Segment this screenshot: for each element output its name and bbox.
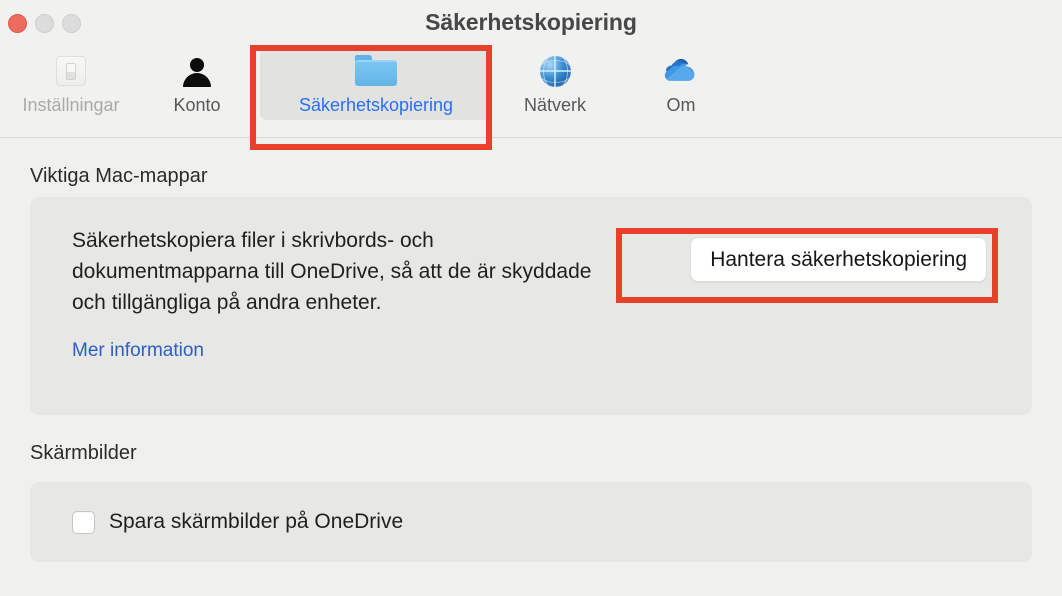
save-screenshots-row[interactable]: Spara skärmbilder på OneDrive <box>72 510 403 534</box>
tab-label-konto: Konto <box>173 95 221 115</box>
screenshots-card: Spara skärmbilder på OneDrive <box>30 482 1032 562</box>
tab-installningar[interactable]: Inställningar <box>8 46 134 120</box>
tab-om[interactable]: Om <box>618 46 744 120</box>
tab-sakerhetskopiering[interactable]: Säkerhetskopiering <box>260 46 492 120</box>
window-titlebar: Säkerhetskopiering <box>0 0 1062 46</box>
save-screenshots-label: Spara skärmbilder på OneDrive <box>109 510 404 533</box>
tab-konto[interactable]: Konto <box>134 46 260 120</box>
manage-backup-button[interactable]: Hantera säkerhetskopiering <box>690 237 987 282</box>
folders-card: Säkerhetskopiera filer i skrivbords- och… <box>30 197 1032 415</box>
folders-description: Säkerhetskopiera filer i skrivbords- och… <box>72 229 592 314</box>
window-title: Säkerhetskopiering <box>425 9 637 35</box>
folder-icon <box>355 52 397 90</box>
tab-label-sakerhetskopiering: Säkerhetskopiering <box>298 95 454 115</box>
globe-icon <box>539 52 571 90</box>
switch-icon <box>56 52 86 90</box>
tab-label-installningar: Inställningar <box>22 95 120 115</box>
preferences-content: Viktiga Mac-mappar Säkerhetskopiera file… <box>0 165 1062 562</box>
save-screenshots-checkbox[interactable] <box>72 510 95 534</box>
section-title-screenshots: Skärmbilder <box>30 442 137 464</box>
tab-label-om: Om <box>666 95 696 115</box>
preferences-toolbar: Inställningar Konto Säkerhetskopiering N… <box>0 46 1062 138</box>
tab-natverk[interactable]: Nätverk <box>492 46 618 120</box>
more-information-link[interactable]: Mer information <box>72 340 204 362</box>
person-icon <box>182 52 212 90</box>
onedrive-cloud-icon <box>661 52 701 90</box>
preferences-window: Säkerhetskopiering Inställningar Konto S… <box>0 0 1062 596</box>
section-title-folders: Viktiga Mac-mappar <box>30 165 208 187</box>
tab-label-natverk: Nätverk <box>523 95 586 115</box>
